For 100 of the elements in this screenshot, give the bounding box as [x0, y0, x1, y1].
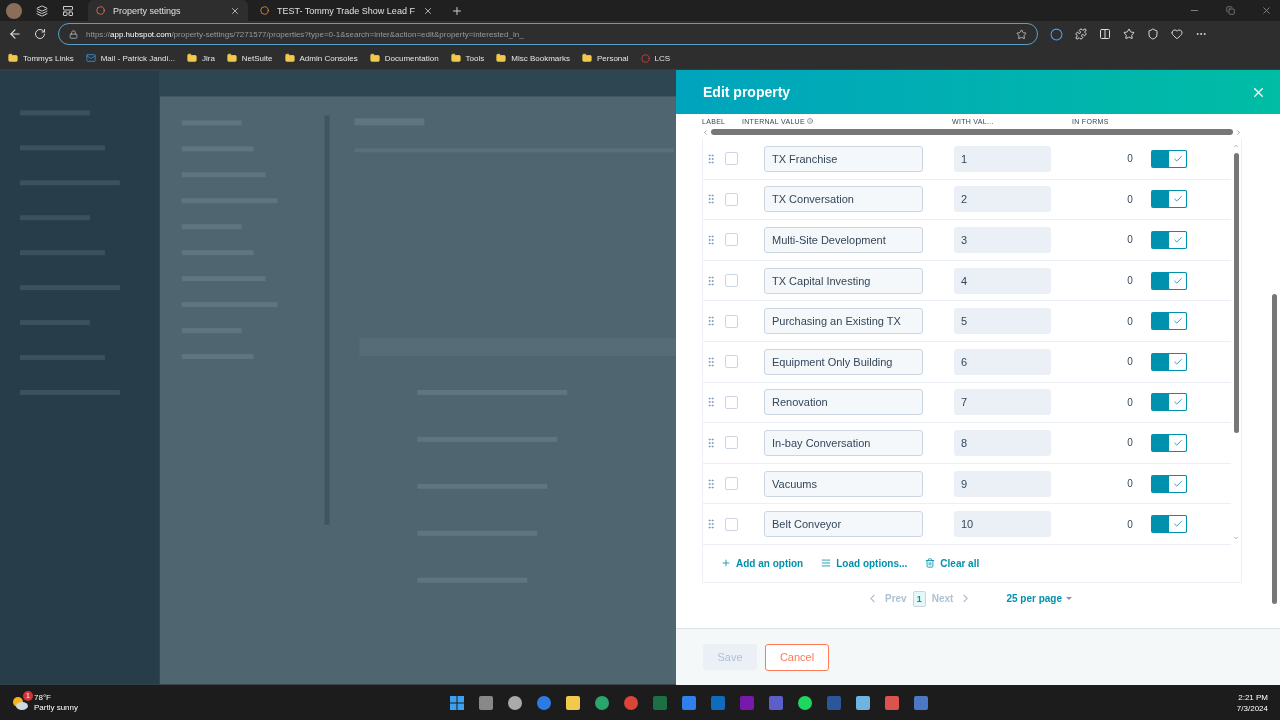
site-icon [96, 6, 105, 15]
restore-icon[interactable] [1226, 6, 1235, 15]
in-forms-toggle[interactable] [1151, 352, 1187, 371]
drag-handle-icon[interactable] [705, 274, 717, 287]
caret-icon [1066, 597, 1072, 601]
close-icon[interactable] [1261, 5, 1272, 16]
label-input[interactable]: TX Conversation [764, 186, 923, 213]
scroll-left-icon[interactable] [702, 128, 709, 136]
label-input[interactable]: In-bay Conversation [764, 429, 923, 456]
row-checkbox[interactable] [725, 152, 738, 166]
internal-value-input[interactable]: 5 [954, 308, 1051, 335]
drag-handle-icon[interactable] [705, 355, 717, 368]
close-icon[interactable] [230, 5, 240, 16]
row-checkbox[interactable] [725, 477, 738, 491]
favorite-icon[interactable] [1016, 28, 1027, 40]
in-forms-toggle[interactable] [1151, 231, 1187, 249]
internal-value-input[interactable]: 4 [954, 267, 1051, 294]
table-cell-text: 0 [1126, 153, 1134, 165]
tab-actions-icon[interactable] [62, 4, 74, 17]
action-link[interactable]: Add an option [721, 557, 804, 569]
drag-handle-icon[interactable] [705, 193, 717, 206]
bookmark[interactable]: Tools [450, 53, 485, 63]
health-icon[interactable] [1171, 28, 1183, 40]
internal-value-input[interactable]: 3 [954, 227, 1051, 253]
start-icon[interactable] [449, 694, 466, 711]
bookmark[interactable]: LCS [640, 53, 671, 63]
internal-value-input[interactable]: 10 [954, 511, 1051, 538]
close-icon[interactable] [422, 5, 433, 16]
in-forms-toggle[interactable] [1151, 515, 1187, 534]
drag-handle-icon[interactable] [705, 518, 717, 531]
scrollbar[interactable] [711, 129, 1233, 135]
internal-value-input[interactable]: 7 [954, 389, 1051, 416]
label-input[interactable]: Purchasing an Existing TX [764, 308, 923, 335]
label-input[interactable]: Equipment Only Building [764, 348, 923, 375]
label-input[interactable]: Renovation [764, 389, 923, 416]
row-checkbox[interactable] [725, 192, 738, 206]
scrollbar[interactable] [1271, 294, 1277, 604]
browser-tab[interactable]: TEST- Tommy Trade Show Lead F [252, 0, 441, 21]
table-cell-text: 0 [1126, 193, 1134, 205]
row-checkbox[interactable] [725, 517, 738, 531]
reload-icon[interactable] [34, 28, 46, 40]
table-cell-text: 0 [1126, 396, 1134, 408]
bookmark[interactable]: Personal [581, 53, 629, 63]
bookmark[interactable]: NetSuite [226, 53, 273, 63]
row-checkbox[interactable] [725, 395, 738, 409]
label-input[interactable]: Multi-Site Development [764, 227, 923, 253]
in-forms-toggle[interactable] [1151, 312, 1187, 331]
workspaces-icon[interactable] [36, 4, 48, 17]
bookmark[interactable]: Admin Consoles [284, 53, 358, 63]
in-forms-toggle[interactable] [1151, 433, 1187, 452]
row-checkbox[interactable] [725, 314, 738, 328]
bookmark[interactable]: Documentation [369, 53, 439, 63]
table-cell-text: 0 [1126, 315, 1134, 327]
drag-handle-icon[interactable] [705, 152, 717, 165]
internal-value-input[interactable]: 6 [954, 348, 1051, 375]
drag-handle-icon[interactable] [705, 436, 717, 449]
row-checkbox[interactable] [725, 233, 738, 247]
in-forms-toggle[interactable] [1151, 393, 1187, 412]
per-page-dropdown[interactable]: 25 per page [1000, 592, 1078, 606]
drag-handle-icon[interactable] [705, 234, 717, 246]
in-forms-toggle[interactable] [1151, 149, 1187, 168]
security-icon[interactable] [1147, 28, 1159, 40]
drag-handle-icon[interactable] [705, 396, 717, 409]
internal-value-input[interactable]: 1 [954, 145, 1051, 172]
new-tab-icon[interactable] [450, 4, 463, 17]
row-checkbox[interactable] [725, 274, 738, 288]
label-input[interactable]: TX Capital Investing [764, 267, 923, 294]
bookmark[interactable]: Misc Bookmarks [496, 53, 570, 63]
scroll-right-icon[interactable] [1235, 128, 1242, 136]
split-screen-icon[interactable] [1099, 28, 1111, 40]
internal-value-input[interactable]: 9 [954, 470, 1051, 497]
label-input[interactable]: Vacuums [764, 470, 923, 497]
scrollbar[interactable] [1233, 153, 1239, 433]
row-checkbox[interactable] [725, 355, 738, 369]
in-forms-toggle[interactable] [1151, 190, 1187, 209]
browser-tab[interactable]: Property settings [88, 0, 248, 21]
in-forms-toggle[interactable] [1151, 474, 1187, 493]
bookmark[interactable]: Tommys Links [8, 53, 74, 63]
lines-icon [821, 558, 832, 569]
action-link[interactable]: Clear all [925, 557, 980, 569]
drag-handle-icon[interactable] [705, 477, 717, 490]
back-icon[interactable] [8, 27, 22, 41]
favorites-icon[interactable] [1123, 28, 1135, 40]
check-icon [1172, 397, 1183, 408]
avatar[interactable] [6, 2, 22, 19]
check-icon [1172, 275, 1183, 286]
bookmark[interactable]: Jira [186, 53, 215, 63]
bookmark[interactable]: Mail - Patrick Jandi... [85, 53, 175, 63]
row-checkbox[interactable] [725, 436, 738, 450]
internal-value-input[interactable]: 8 [954, 429, 1051, 456]
in-forms-toggle[interactable] [1151, 271, 1187, 290]
action-link[interactable]: Load options... [821, 557, 908, 569]
label-input[interactable]: TX Franchise [764, 145, 923, 172]
temperature: 78°F [34, 692, 52, 703]
drag-handle-icon[interactable] [705, 315, 717, 328]
weather-condition: Partly sunny [34, 702, 79, 713]
extensions-icon[interactable] [1075, 28, 1087, 40]
clock-date: 7/3/2024 [1236, 702, 1268, 714]
internal-value-input[interactable]: 2 [954, 186, 1051, 213]
label-input[interactable]: Belt Conveyor [764, 511, 923, 538]
